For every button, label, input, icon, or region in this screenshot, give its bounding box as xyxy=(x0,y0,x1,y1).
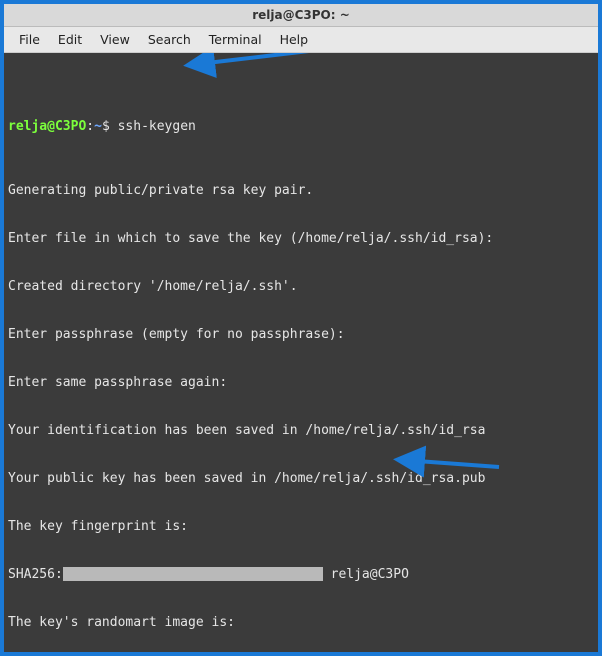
prompt-line-1: relja@C3PO:~$ ssh-keygen xyxy=(8,119,594,135)
output-line: Enter same passphrase again: xyxy=(8,375,594,391)
sha-prefix: SHA256: xyxy=(8,567,63,582)
prompt-user: relja xyxy=(8,119,47,134)
prompt-at: @ xyxy=(47,119,55,134)
prompt-path: ~ xyxy=(94,119,102,134)
output-line: Your public key has been saved in /home/… xyxy=(8,471,594,487)
terminal-area[interactable]: relja@C3PO:~$ ssh-keygen Generating publ… xyxy=(4,53,598,652)
prompt-dollar: $ xyxy=(102,119,110,134)
output-line: Created directory '/home/relja/.ssh'. xyxy=(8,279,594,295)
output-line: Enter passphrase (empty for no passphras… xyxy=(8,327,594,343)
window-title: relja@C3PO: ~ xyxy=(252,8,350,22)
menu-view[interactable]: View xyxy=(91,30,139,49)
menu-search[interactable]: Search xyxy=(139,30,200,49)
menubar: File Edit View Search Terminal Help xyxy=(4,27,598,53)
menu-file[interactable]: File xyxy=(10,30,49,49)
fingerprint-line: SHA256: relja@C3PO xyxy=(8,567,594,583)
output-line: Your identification has been saved in /h… xyxy=(8,423,594,439)
output-line: Enter file in which to save the key (/ho… xyxy=(8,231,594,247)
prompt-colon: : xyxy=(86,119,94,134)
prompt-host: C3PO xyxy=(55,119,86,134)
menu-edit[interactable]: Edit xyxy=(49,30,91,49)
redacted-fingerprint xyxy=(63,567,323,581)
annotation-arrow-1 xyxy=(199,53,319,77)
window-titlebar[interactable]: relja@C3PO: ~ xyxy=(4,4,598,27)
menu-help[interactable]: Help xyxy=(271,30,318,49)
command-1: ssh-keygen xyxy=(118,119,196,134)
sha-suffix: relja@C3PO xyxy=(323,567,409,582)
output-line: Generating public/private rsa key pair. xyxy=(8,183,594,199)
menu-terminal[interactable]: Terminal xyxy=(200,30,271,49)
terminal-window: relja@C3PO: ~ File Edit View Search Term… xyxy=(4,4,598,652)
output-line: The key fingerprint is: xyxy=(8,519,594,535)
output-line: The key's randomart image is: xyxy=(8,615,594,631)
